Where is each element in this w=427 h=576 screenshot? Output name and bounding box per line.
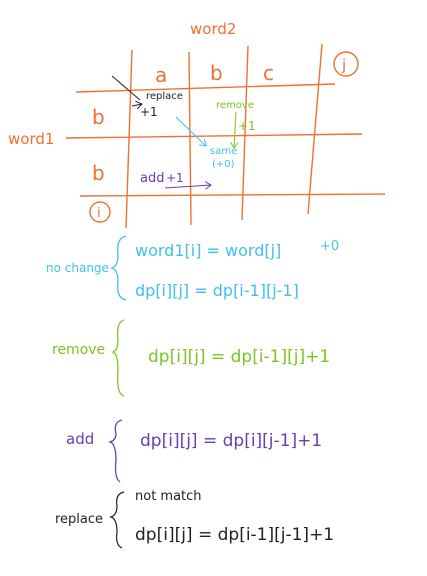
add-arrow [164,185,211,188]
add-cost: +1 [166,171,184,185]
replace-label: replace [146,91,183,102]
column-label-b: b [210,61,223,85]
same-cost: (+0) [212,159,235,170]
replace-cost: +1 [140,105,158,119]
rule-cost: +0 [320,239,339,254]
brace [109,235,127,301]
column-header-label: word2 [190,20,236,38]
rule-name: replace [55,512,103,527]
same-annotation: same (+0) [175,116,237,170]
rule-line-1: dp[i][j] = dp[i][j-1]+1 [140,431,322,451]
remove-cost: +1 [238,119,256,133]
rule-line-2: dp[i][j] = dp[i-1][j-1] [135,281,299,300]
dp-grid: word2 word1 a b c j b b i [8,20,386,229]
brace [111,319,125,397]
rule-name: add [66,430,94,448]
brace [109,491,125,549]
remove-annotation: remove +1 [216,100,256,148]
row-index-label: i [97,206,101,221]
rule-replace: replace not match dp[i][j] = dp[i-1][j-1… [55,489,334,549]
column-index-label: j [341,56,346,74]
rule-no-change: no change word1[i] = word[j] +0 dp[i][j]… [46,235,339,301]
rule-name: no change [46,261,109,275]
rule-line-1: word1[i] = word[j] [135,241,281,260]
remove-arrow [234,111,236,148]
rule-add: add dp[i][j] = dp[i][j-1]+1 [66,419,322,483]
column-label-c: c [263,61,274,85]
same-arrow [175,116,206,146]
rule-remove: remove dp[i][j] = dp[i-1][j]+1 [52,319,330,397]
rule-name: remove [52,342,105,358]
add-label: add [140,171,164,186]
row-label-b-2: b [92,161,105,185]
brace [107,419,123,483]
row-header-label: word1 [8,130,54,148]
add-annotation: add +1 [140,171,211,188]
same-label: same [210,146,237,157]
edit-distance-diagram: word2 word1 a b c j b b i replace +1 sam… [8,20,386,549]
column-label-a: a [155,63,167,87]
replace-annotation: replace +1 [111,75,183,119]
rule-line-1: dp[i][j] = dp[i-1][j]+1 [148,347,330,367]
remove-label: remove [216,100,254,111]
rule-line-1: not match [135,489,202,504]
row-label-b-1: b [92,105,105,129]
rule-line-2: dp[i][j] = dp[i-1][j-1]+1 [135,525,334,545]
